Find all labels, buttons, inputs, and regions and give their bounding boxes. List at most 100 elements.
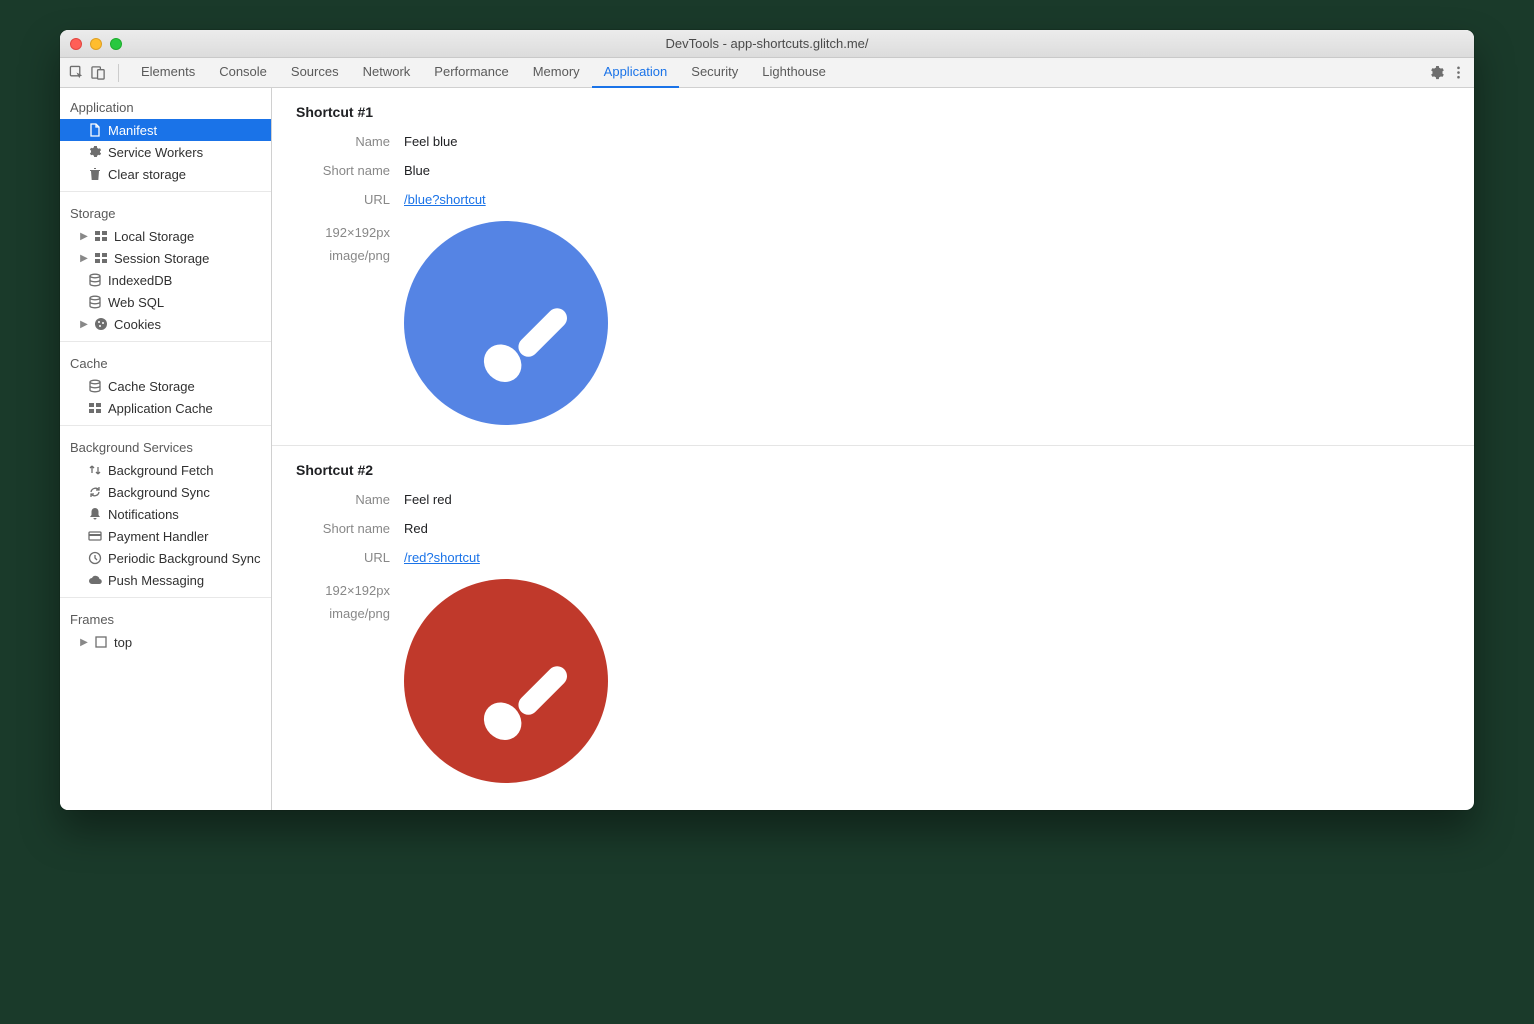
sidebar-item-label: Payment Handler <box>108 529 208 544</box>
titlebar: DevTools - app-shortcuts.glitch.me/ <box>60 30 1474 58</box>
close-window-button[interactable] <box>70 38 82 50</box>
minimize-window-button[interactable] <box>90 38 102 50</box>
sidebar-group-background-services: Background Services <box>60 432 271 459</box>
sidebar-item-label: Background Sync <box>108 485 210 500</box>
sidebar-item-label: Application Cache <box>108 401 213 416</box>
field-label-name: Name <box>296 492 404 507</box>
sidebar-item-indexeddb[interactable]: IndexedDB <box>60 269 271 291</box>
sidebar-item-label: IndexedDB <box>108 273 172 288</box>
panel-tabs: ElementsConsoleSourcesNetworkPerformance… <box>129 58 838 88</box>
devtools-tabstrip: ElementsConsoleSourcesNetworkPerformance… <box>60 58 1474 88</box>
sidebar-item-label: Push Messaging <box>108 573 204 588</box>
db-icon <box>88 379 102 393</box>
expand-triangle-icon[interactable]: ▶ <box>80 319 88 330</box>
tab-sources[interactable]: Sources <box>279 58 351 88</box>
sidebar-group-storage: Storage <box>60 198 271 225</box>
sidebar-item-service-workers[interactable]: Service Workers <box>60 141 271 163</box>
tab-performance[interactable]: Performance <box>422 58 520 88</box>
db-icon <box>88 273 102 287</box>
tab-security[interactable]: Security <box>679 58 750 88</box>
sidebar-item-label: Notifications <box>108 507 179 522</box>
sidebar-item-web-sql[interactable]: Web SQL <box>60 291 271 313</box>
sidebar-item-label: Periodic Background Sync <box>108 551 260 566</box>
shortcut-block-2: Shortcut #2NameFeel redShort nameRedURL/… <box>272 446 1474 803</box>
field-label-url: URL <box>296 550 404 565</box>
inspect-element-icon[interactable] <box>66 63 86 83</box>
sidebar-item-top[interactable]: ▶ top <box>60 631 271 653</box>
expand-triangle-icon[interactable]: ▶ <box>80 253 88 264</box>
grid-icon <box>94 229 108 243</box>
db-icon <box>88 295 102 309</box>
shortcut-block-1: Shortcut #1 NameFeel blueShort nameBlueUR… <box>272 88 1474 445</box>
sidebar-item-push-messaging[interactable]: Push Messaging <box>60 569 271 591</box>
updown-icon <box>88 463 102 477</box>
divider <box>118 64 119 82</box>
file-icon <box>88 123 102 137</box>
tab-lighthouse[interactable]: Lighthouse <box>750 58 838 88</box>
sidebar-group-cache: Cache <box>60 348 271 375</box>
sidebar-item-label: Background Fetch <box>108 463 214 478</box>
window-controls <box>70 38 122 50</box>
sidebar-item-periodic-background-sync[interactable]: Periodic Background Sync <box>60 547 271 569</box>
shortcut-url-link[interactable]: /red?shortcut <box>404 550 480 565</box>
sidebar-item-session-storage[interactable]: ▶ Session Storage <box>60 247 271 269</box>
sidebar-item-label: Manifest <box>108 123 157 138</box>
cookie-icon <box>94 317 108 331</box>
card-icon <box>88 529 102 543</box>
field-label-url: URL <box>296 192 404 207</box>
shortcut-title: Shortcut #1 <box>296 104 1450 120</box>
sidebar-item-payment-handler[interactable]: Payment Handler <box>60 525 271 547</box>
maximize-window-button[interactable] <box>110 38 122 50</box>
sidebar-group-application: Application <box>60 92 271 119</box>
field-label-short_name: Short name <box>296 163 404 178</box>
expand-triangle-icon[interactable]: ▶ <box>80 231 88 242</box>
field-value-name: Feel blue <box>404 134 457 149</box>
tab-network[interactable]: Network <box>351 58 423 88</box>
sidebar-item-label: Clear storage <box>108 167 186 182</box>
sidebar-item-local-storage[interactable]: ▶ Local Storage <box>60 225 271 247</box>
sidebar-item-label: Service Workers <box>108 145 203 160</box>
sidebar-item-notifications[interactable]: Notifications <box>60 503 271 525</box>
gear-icon <box>88 145 102 159</box>
field-label-short_name: Short name <box>296 521 404 536</box>
tab-memory[interactable]: Memory <box>521 58 592 88</box>
sidebar-item-label: Cache Storage <box>108 379 195 394</box>
manifest-content[interactable]: Shortcut #1NameFeel blueShort nameBlueUR… <box>272 88 1474 810</box>
field-value-short_name: Red <box>404 521 428 536</box>
sidebar-item-cookies[interactable]: ▶Cookies <box>60 313 271 335</box>
sidebar-item-clear-storage[interactable]: Clear storage <box>60 163 271 185</box>
grid-icon <box>94 251 108 265</box>
field-value-short_name: Blue <box>404 163 430 178</box>
device-toolbar-icon[interactable] <box>88 63 108 83</box>
sidebar-item-application-cache[interactable]: Application Cache <box>60 397 271 419</box>
shortcut-icon <box>404 579 608 783</box>
frame-icon <box>94 635 108 649</box>
sidebar-item-cache-storage[interactable]: Cache Storage <box>60 375 271 397</box>
trash-icon <box>88 167 102 181</box>
sidebar-item-background-fetch[interactable]: Background Fetch <box>60 459 271 481</box>
sidebar-item-label: top <box>114 635 132 650</box>
sidebar-item-background-sync[interactable]: Background Sync <box>60 481 271 503</box>
application-sidebar[interactable]: Application Manifest Service Workers Clear … <box>60 88 272 810</box>
more-menu-icon[interactable] <box>1448 63 1468 83</box>
window-title: DevTools - app-shortcuts.glitch.me/ <box>70 36 1464 51</box>
shortcut-url-link[interactable]: /blue?shortcut <box>404 192 486 207</box>
sidebar-item-manifest[interactable]: Manifest <box>60 119 271 141</box>
tab-application[interactable]: Application <box>592 58 680 88</box>
settings-gear-icon[interactable] <box>1426 63 1446 83</box>
devtools-window: DevTools - app-shortcuts.glitch.me/ Elem… <box>60 30 1474 810</box>
field-label-name: Name <box>296 134 404 149</box>
sidebar-item-label: Web SQL <box>108 295 164 310</box>
shortcut-icon <box>404 221 608 425</box>
tab-elements[interactable]: Elements <box>129 58 207 88</box>
expand-triangle-icon[interactable]: ▶ <box>80 637 88 648</box>
bell-icon <box>88 507 102 521</box>
sidebar-group-frames: Frames <box>60 604 271 631</box>
sidebar-item-label: Local Storage <box>114 229 194 244</box>
tab-console[interactable]: Console <box>207 58 279 88</box>
devtools-body: Application Manifest Service Workers Clear … <box>60 88 1474 810</box>
field-value-name: Feel red <box>404 492 452 507</box>
cloud-icon <box>88 573 102 587</box>
grid-icon <box>88 401 102 415</box>
sidebar-item-label: Session Storage <box>114 251 209 266</box>
